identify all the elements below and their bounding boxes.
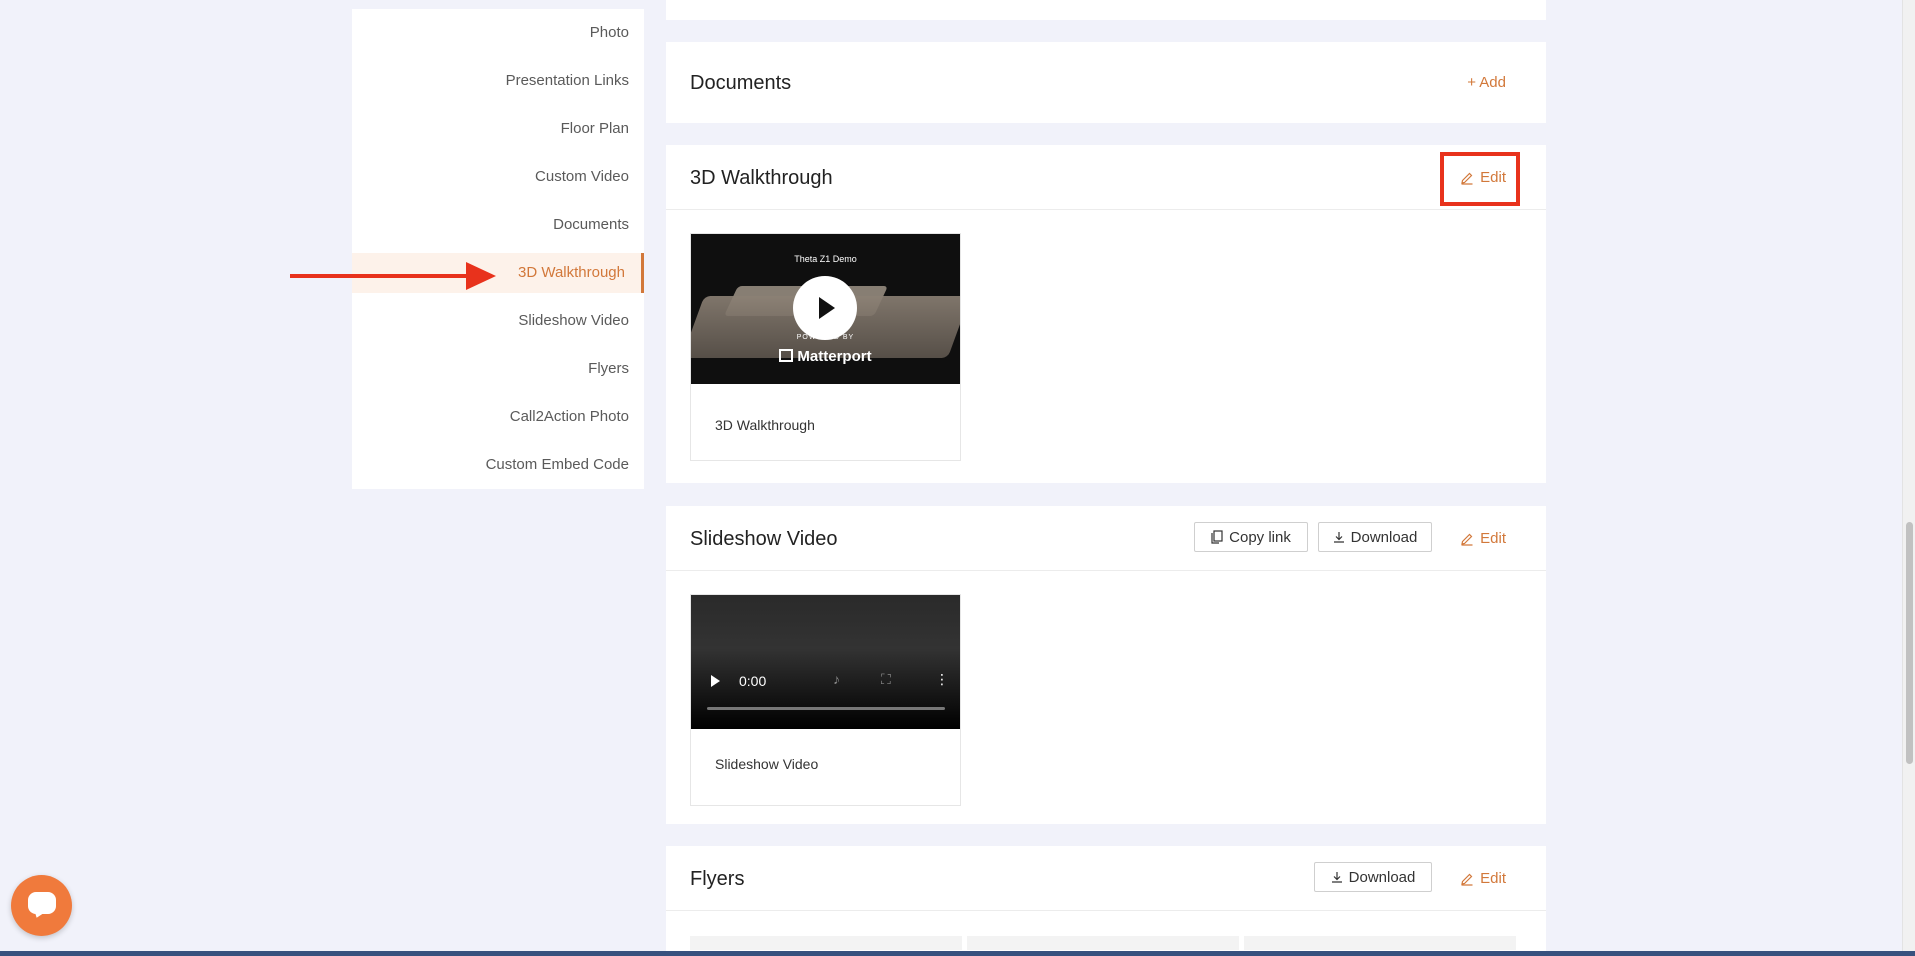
copy-link-label: Copy link: [1229, 528, 1291, 546]
page-scrollbar[interactable]: [1902, 0, 1915, 956]
documents-add-label: + Add: [1467, 74, 1506, 91]
sidebar-item-flyers[interactable]: Flyers: [352, 349, 644, 389]
copy-link-button[interactable]: Copy link: [1194, 522, 1308, 552]
sidebar-item-photo[interactable]: Photo: [352, 13, 644, 53]
flyers-edit-label: Edit: [1480, 870, 1506, 887]
video-player[interactable]: 0:00 ♪ ⛶ ⋮: [691, 595, 960, 729]
video-play-icon[interactable]: [711, 675, 720, 687]
documents-title: Documents: [690, 72, 792, 94]
thumbnail-title: Theta Z1 Demo: [794, 254, 857, 264]
download-icon: [1333, 532, 1344, 543]
video-progress-track[interactable]: [707, 707, 945, 710]
scrollbar-thumb[interactable]: [1906, 522, 1913, 764]
documents-card: Documents + Add: [666, 42, 1546, 123]
download-icon: [1331, 872, 1342, 883]
flyers-title: Flyers: [690, 868, 745, 890]
slideshow-edit-button[interactable]: Edit: [1460, 530, 1506, 547]
divider: [666, 209, 1546, 210]
sidebar-item-custom-embed-code[interactable]: Custom Embed Code: [352, 445, 644, 485]
matterport-thumbnail[interactable]: Theta Z1 Demo POWERED BY Matterport: [691, 234, 960, 384]
copy-icon: [1211, 530, 1223, 544]
slideshow-card: Slideshow Video Copy link Download Edit …: [666, 506, 1546, 824]
sidebar-item-documents[interactable]: Documents: [352, 205, 644, 245]
sidebar-item-custom-video[interactable]: Custom Video: [352, 157, 644, 197]
play-icon: [819, 297, 835, 319]
sidebar-nav: Photo Presentation Links Floor Plan Cust…: [352, 9, 644, 489]
walkthrough-caption: 3D Walkthrough: [715, 417, 815, 433]
sidebar-item-presentation-links[interactable]: Presentation Links: [352, 61, 644, 101]
walkthrough-card: 3D Walkthrough Edit Theta Z1 Demo POWERE…: [666, 145, 1546, 483]
flyers-download-button[interactable]: Download: [1314, 862, 1432, 892]
slideshow-edit-label: Edit: [1480, 530, 1506, 547]
flyer-tile[interactable]: [967, 936, 1239, 950]
slideshow-title: Slideshow Video: [690, 528, 838, 550]
pencil-icon: [1461, 873, 1473, 886]
chat-widget-button[interactable]: [11, 875, 72, 936]
walkthrough-title: 3D Walkthrough: [690, 167, 833, 189]
sidebar-item-slideshow-video[interactable]: Slideshow Video: [352, 301, 644, 341]
annotation-arrow-line: [290, 274, 470, 278]
matterport-logo: Matterport: [691, 348, 960, 365]
bottom-bar: [0, 951, 1915, 956]
sidebar-item-call2action-photo[interactable]: Call2Action Photo: [352, 397, 644, 437]
volume-icon[interactable]: ♪: [833, 671, 840, 687]
pencil-icon: [1461, 533, 1473, 546]
flyer-tile[interactable]: [690, 936, 962, 950]
fullscreen-icon[interactable]: ⛶: [881, 671, 891, 688]
documents-add-button[interactable]: + Add: [1467, 74, 1506, 91]
sidebar-item-floor-plan[interactable]: Floor Plan: [352, 109, 644, 149]
download-label: Download: [1348, 868, 1416, 886]
annotation-arrow-head: [466, 262, 496, 290]
flyers-card: Flyers Download Edit: [666, 846, 1546, 956]
matterport-mark-icon: [779, 349, 794, 362]
previous-section-card: [666, 0, 1546, 20]
more-options-icon[interactable]: ⋮: [935, 671, 949, 688]
download-label: Download: [1350, 528, 1418, 546]
matterport-brand-text: Matterport: [797, 348, 872, 365]
divider: [666, 910, 1546, 911]
annotation-highlight-box: [1440, 152, 1520, 206]
slideshow-download-button[interactable]: Download: [1318, 522, 1432, 552]
walkthrough-media-tile[interactable]: Theta Z1 Demo POWERED BY Matterport 3D W…: [690, 233, 961, 461]
sidebar-item-3d-walkthrough[interactable]: 3D Walkthrough: [352, 253, 644, 293]
video-time: 0:00: [739, 673, 767, 689]
flyers-edit-button[interactable]: Edit: [1460, 870, 1506, 887]
flyer-tile[interactable]: [1244, 936, 1516, 950]
slideshow-caption: Slideshow Video: [715, 756, 819, 772]
powered-by-label: POWERED BY: [796, 334, 855, 341]
divider: [666, 570, 1546, 571]
slideshow-media-tile[interactable]: 0:00 ♪ ⛶ ⋮ Slideshow Video: [690, 594, 961, 806]
